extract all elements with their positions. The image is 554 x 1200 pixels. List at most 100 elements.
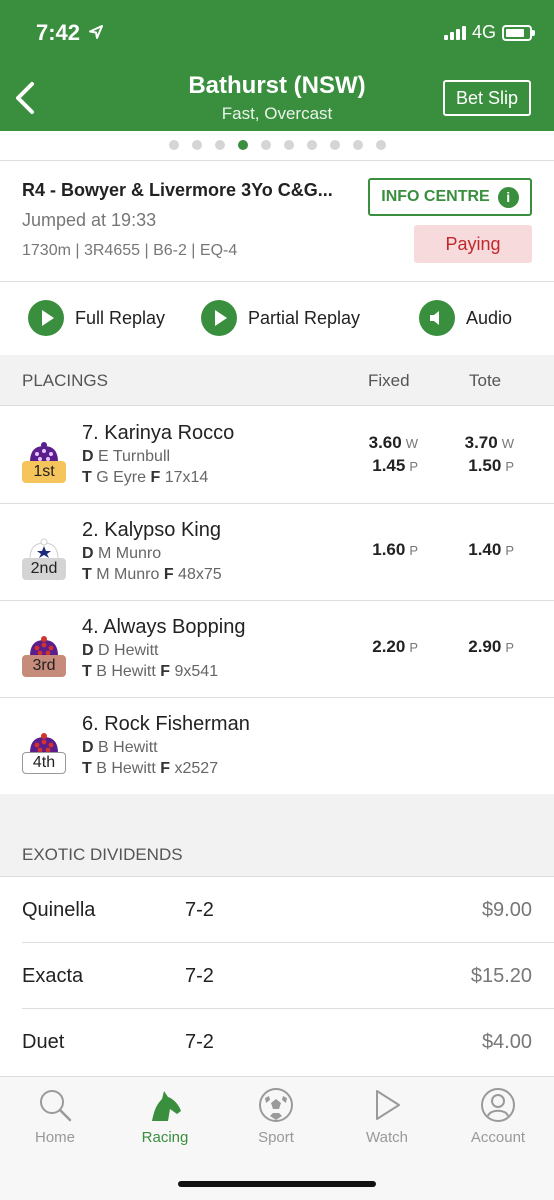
pager-dot[interactable] — [283, 140, 294, 150]
user-icon — [481, 1088, 515, 1122]
exotic-row: Exacta 7-2 $15.20 — [0, 943, 554, 1009]
tote-win-odds[interactable]: 3.70 W — [465, 433, 514, 453]
pager-dot[interactable] — [352, 140, 363, 150]
partial-replay-button[interactable]: Partial Replay — [201, 300, 360, 336]
full-replay-button[interactable]: Full Replay — [28, 300, 165, 336]
signal-icon — [443, 25, 466, 40]
trainer-form-line: T G Eyre F 17x14 — [82, 469, 209, 486]
fixed-column-header: Fixed — [368, 371, 410, 390]
fixed-place-odds[interactable]: 2.20 P — [372, 637, 418, 657]
search-icon — [40, 1090, 72, 1122]
tote-place-odds[interactable]: 1.50 P — [468, 456, 514, 476]
info-centre-button[interactable]: INFO CENTRE i — [368, 178, 532, 216]
race-status-badge: Paying — [414, 225, 532, 263]
app-header: 7:42 4G Bathurst (NSW) Fast, Overcast Be… — [0, 0, 554, 131]
placing-badge: 3rd — [22, 655, 66, 677]
info-centre-label: INFO CENTRE — [381, 188, 490, 205]
tab-home[interactable]: Home — [0, 1087, 110, 1146]
exotic-combination: 7-2 — [185, 1031, 214, 1053]
runner-name: 4. Always Bopping — [82, 616, 246, 638]
speaker-icon — [419, 300, 455, 336]
runner-name: 6. Rock Fisherman — [82, 713, 250, 735]
audio-label: Audio — [466, 307, 513, 328]
trainer-form-line: T B Hewitt F 9x541 — [82, 663, 219, 680]
exotic-combination: 7-2 — [185, 899, 214, 921]
pager-dot[interactable] — [191, 140, 202, 150]
driver-line: D M Munro — [82, 545, 162, 562]
runner-row[interactable]: 1st 7. Karinya Rocco D E Turnbull T G Eyre … — [0, 406, 554, 503]
exotic-row: Quinella 7-2 $9.00 — [0, 877, 554, 943]
exotic-dividend: $9.00 — [481, 899, 532, 921]
pager-dot[interactable] — [306, 140, 317, 150]
pager-dot[interactable] — [168, 140, 179, 150]
replay-controls: Full Replay Partial Replay Audio — [0, 300, 554, 336]
audio-button[interactable]: Audio — [419, 300, 512, 336]
driver-line: D B Hewitt — [82, 739, 158, 756]
placing-badge: 4th — [22, 752, 66, 774]
pager-dot[interactable] — [214, 140, 225, 150]
tab-watch[interactable]: Watch — [332, 1087, 442, 1146]
play-icon — [201, 300, 237, 336]
location-arrow-icon — [89, 25, 103, 39]
soccer-ball-icon — [259, 1088, 293, 1122]
exotic-row: Duet 7-2 $4.00 — [0, 1009, 554, 1075]
tab-account[interactable]: Account — [443, 1087, 553, 1146]
play-icon — [28, 300, 64, 336]
runner-name: 2. Kalypso King — [82, 519, 221, 541]
fixed-place-odds[interactable]: 1.45 P — [372, 456, 418, 476]
runner-name: 7. Karinya Rocco — [82, 422, 235, 444]
exotic-dividend: $4.00 — [481, 1031, 532, 1053]
partial-replay-label: Partial Replay — [248, 307, 361, 328]
tab-racing-label: Racing — [141, 1129, 189, 1146]
exotic-dividends-heading: EXOTIC DIVIDENDS — [22, 845, 183, 864]
exotic-name: Exacta — [22, 965, 84, 987]
exotic-combination: 7-2 — [185, 965, 214, 987]
trainer-form-line: T B Hewitt F x2527 — [82, 760, 219, 777]
divider — [0, 281, 554, 282]
pager-dot[interactable] — [329, 140, 340, 150]
tab-account-label: Account — [470, 1129, 526, 1146]
placing-badge: 1st — [22, 461, 66, 483]
placings-header: PLACINGS Fixed Tote — [0, 355, 554, 405]
info-icon: i — [497, 186, 519, 208]
runner-row[interactable]: 4th 6. Rock Fisherman D B Hewitt T B Hewitt… — [0, 697, 554, 794]
race-pager[interactable] — [0, 140, 554, 150]
tab-sport[interactable]: Sport — [221, 1087, 331, 1146]
fixed-win-odds[interactable]: 3.60 W — [369, 433, 418, 453]
divider — [0, 160, 554, 161]
pager-dot[interactable] — [260, 140, 271, 150]
driver-line: D E Turnbull — [82, 448, 171, 465]
tote-place-odds[interactable]: 2.90 P — [468, 637, 514, 657]
jumped-time: Jumped at 19:33 — [22, 210, 157, 230]
exotic-name: Duet — [22, 1031, 65, 1053]
pager-dot[interactable] — [237, 140, 248, 150]
network-label: 4G — [471, 22, 496, 42]
race-meta: 1730m | 3R4655 | B6-2 | EQ-4 — [22, 242, 238, 259]
pager-dot[interactable] — [375, 140, 386, 150]
fixed-place-odds[interactable]: 1.60 P — [372, 540, 418, 560]
full-replay-label: Full Replay — [75, 307, 166, 328]
trainer-form-line: T M Munro F 48x75 — [82, 566, 222, 583]
exotic-name: Quinella — [22, 899, 96, 921]
race-name: R4 - Bowyer & Livermore 3Yo C&G... — [22, 180, 333, 200]
status-time: 7:42 — [36, 20, 81, 45]
tab-sport-label: Sport — [258, 1129, 294, 1146]
tote-place-odds[interactable]: 1.40 P — [468, 540, 514, 560]
driver-line: D D Hewitt — [82, 642, 159, 659]
tab-racing[interactable]: Racing — [110, 1087, 220, 1146]
tab-watch-label: Watch — [366, 1129, 408, 1146]
bottom-tab-bar: Home Racing Sport Watch Account — [0, 1076, 554, 1200]
horse-head-icon — [152, 1091, 181, 1121]
home-indicator — [178, 1181, 376, 1187]
play-icon — [376, 1090, 400, 1120]
runner-row[interactable]: 3rd 4. Always Bopping D D Hewitt T B Hewitt… — [0, 600, 554, 697]
placings-heading: PLACINGS — [22, 371, 108, 390]
bet-slip-button[interactable]: Bet Slip — [443, 80, 531, 116]
tote-column-header: Tote — [469, 371, 502, 390]
tab-home-label: Home — [34, 1129, 75, 1146]
status-indicators: 4G — [443, 22, 535, 43]
placing-badge: 2nd — [22, 558, 66, 580]
exotic-dividend: $15.20 — [470, 965, 532, 987]
battery-icon — [502, 24, 535, 41]
runner-row[interactable]: 2nd 2. Kalypso King D M Munro T M Munro F 4… — [0, 503, 554, 600]
